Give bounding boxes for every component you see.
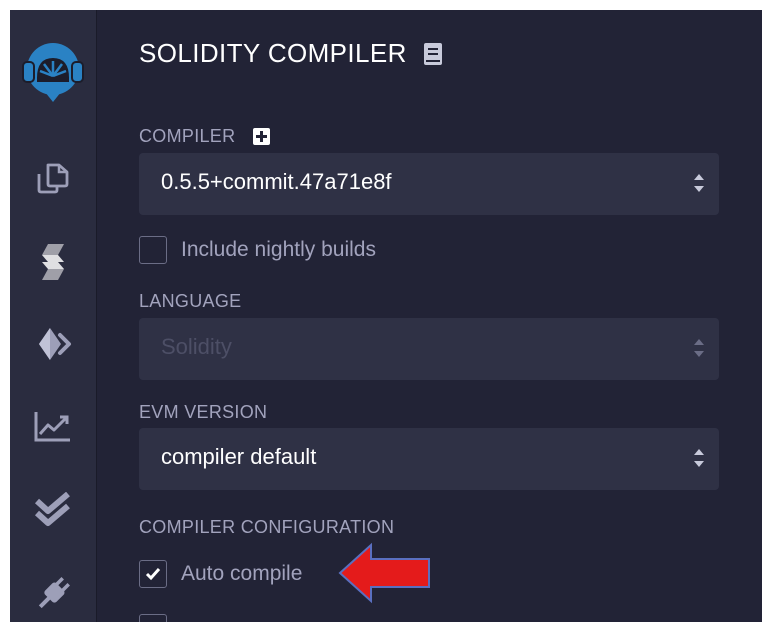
nightly-checkbox-box[interactable]	[139, 236, 167, 264]
icon-panel	[10, 10, 97, 622]
auto-compile-label: Auto compile	[181, 562, 303, 585]
language-select: Solidity	[139, 318, 719, 380]
panel-title: SOLIDITY COMPILER	[139, 38, 407, 68]
auto-compile-checkbox[interactable]: Auto compile	[139, 560, 302, 588]
compiler-panel: SOLIDITY COMPILER COMPILER 0.5.5+commit.…	[97, 10, 762, 622]
documentation-book-icon[interactable]	[423, 42, 443, 66]
analysis-icon[interactable]	[10, 396, 96, 456]
remix-window: SOLIDITY COMPILER COMPILER 0.5.5+commit.…	[10, 10, 762, 622]
evm-version-value: compiler default	[161, 444, 317, 469]
include-nightly-builds-checkbox[interactable]: Include nightly builds	[139, 236, 376, 264]
compiler-section-label: COMPILER	[139, 126, 271, 147]
compiler-version-select[interactable]: 0.5.5+commit.47a71e8f	[139, 153, 719, 215]
compiler-version-value: 0.5.5+commit.47a71e8f	[161, 169, 392, 194]
annotation-arrow-icon	[337, 542, 433, 611]
evm-version-label: EVM VERSION	[139, 402, 268, 422]
language-label: LANGUAGE	[139, 291, 242, 311]
nightly-label: Include nightly builds	[181, 238, 376, 261]
panel-header: SOLIDITY COMPILER	[139, 38, 443, 69]
remix-logo-icon[interactable]	[10, 36, 96, 110]
file-explorer-icon[interactable]	[10, 148, 96, 208]
plugin-manager-icon[interactable]	[10, 564, 96, 622]
solidity-compiler-icon[interactable]	[10, 232, 96, 292]
compiler-configuration-label: COMPILER CONFIGURATION	[139, 517, 395, 537]
add-compiler-icon[interactable]	[253, 128, 271, 145]
checkmark-icon	[145, 568, 161, 581]
select-arrows-icon	[693, 447, 705, 474]
next-option-checkbox[interactable]	[139, 614, 167, 622]
evm-version-select[interactable]: compiler default	[139, 428, 719, 490]
auto-compile-checkbox-box[interactable]	[139, 560, 167, 588]
deploy-run-icon[interactable]	[10, 314, 96, 374]
compiler-label: COMPILER	[139, 126, 236, 146]
select-arrows-icon	[693, 172, 705, 199]
testing-icon[interactable]	[10, 480, 96, 540]
language-value: Solidity	[161, 334, 232, 359]
select-arrows-icon	[693, 337, 705, 364]
